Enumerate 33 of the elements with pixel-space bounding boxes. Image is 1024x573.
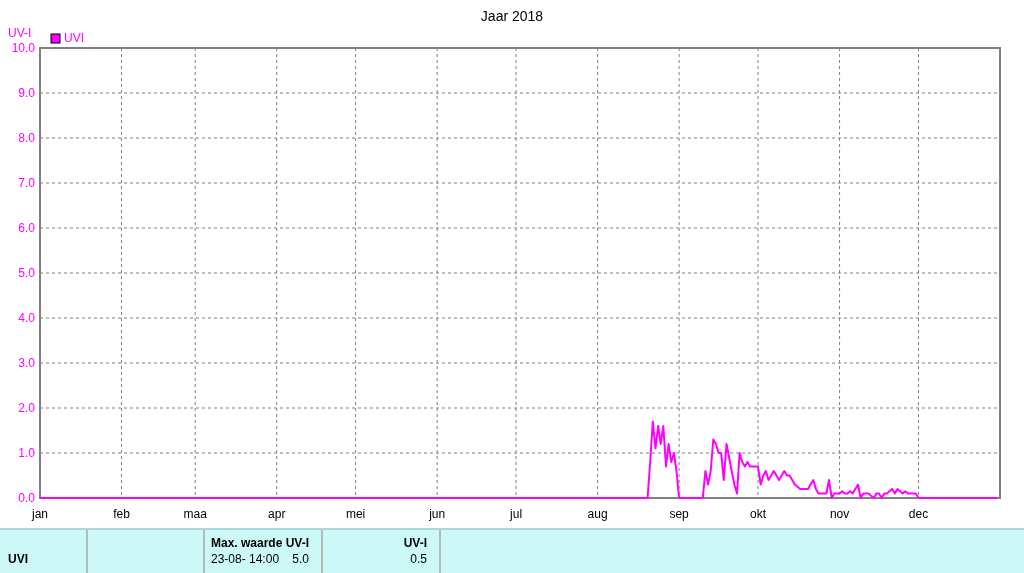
x-tick-label: aug [587, 507, 608, 521]
y-tick-label: 5.0 [18, 266, 35, 280]
y-tick-label: 4.0 [18, 311, 35, 325]
column-header: UV-I [403, 536, 427, 550]
y-tick-label: 0.0 [18, 491, 35, 505]
y-tick-label: 3.0 [18, 356, 35, 370]
row-label: UVI [8, 552, 28, 566]
x-tick-label: mei [345, 507, 366, 521]
average-value: 0.5 [410, 552, 427, 566]
x-tick-label: maa [183, 507, 207, 521]
column-header: Max. waarde [211, 536, 283, 550]
max-value: 5.0 [292, 552, 309, 566]
y-tick-label: 1.0 [18, 446, 35, 460]
x-tick-label: feb [113, 507, 130, 521]
chart-title: Jaar 2018 [480, 8, 544, 24]
y-tick-label: 7.0 [18, 176, 35, 190]
x-tick-label: jul [510, 507, 523, 521]
x-tick-label: okt [750, 507, 767, 521]
x-tick-label: jun [429, 507, 446, 521]
max-date: 23-08- 14:00 [211, 552, 280, 566]
x-tick-label: nov [829, 507, 850, 521]
y-tick-label: 8.0 [18, 131, 35, 145]
y-tick-label: 9.0 [18, 86, 35, 100]
x-tick-label: apr [268, 507, 286, 521]
x-tick-label: jan [32, 507, 48, 521]
x-tick-label: dec [908, 507, 929, 521]
y-axis-label: UV-I [8, 26, 32, 40]
y-tick-label: 6.0 [18, 221, 35, 235]
x-tick-label: sep [669, 507, 689, 521]
column-header: UV-I [285, 536, 309, 550]
y-tick-label: 2.0 [18, 401, 35, 415]
y-tick-label: 10.0 [11, 41, 35, 55]
legend-label: UVI [64, 31, 84, 45]
